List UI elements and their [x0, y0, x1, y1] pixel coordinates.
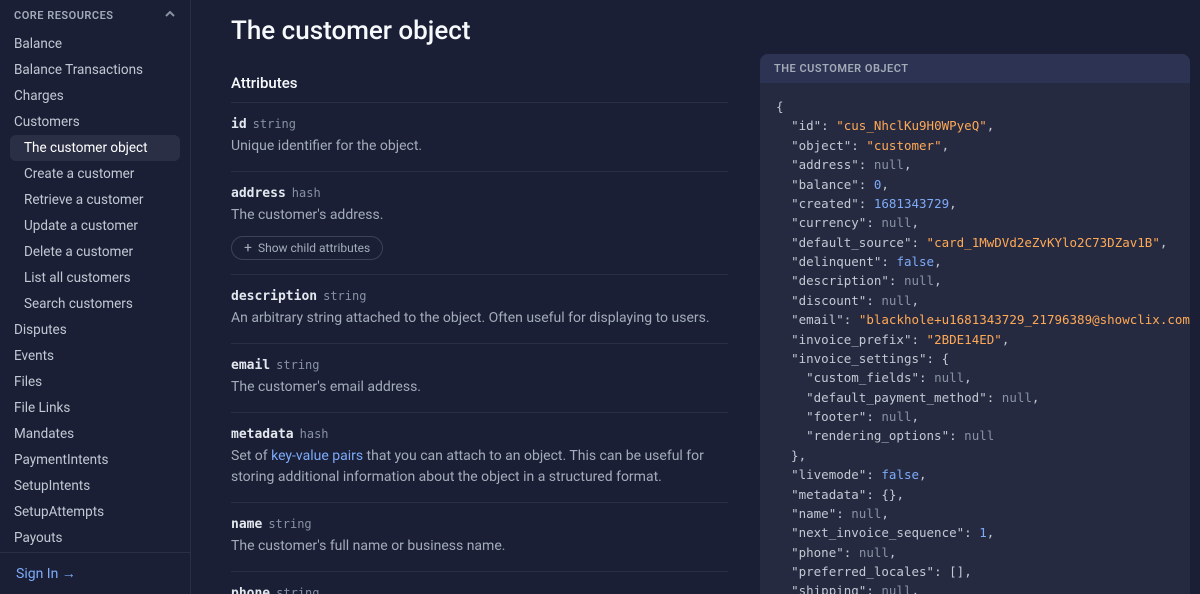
attr-name: metadata: [231, 427, 294, 442]
sidebar-item-customers[interactable]: Customers: [0, 109, 190, 135]
sidebar-sub-list-customers[interactable]: List all customers: [0, 265, 190, 291]
attribute-id: id string Unique identifier for the object…: [231, 117, 728, 172]
sidebar-item-balance[interactable]: Balance: [0, 31, 190, 57]
attribute-email: email string The customer's email address.: [231, 344, 728, 413]
sidebar-item-balance-transactions[interactable]: Balance Transactions: [0, 57, 190, 83]
sidebar-item-setupintents[interactable]: SetupIntents: [0, 473, 190, 499]
sidebar: CORE RESOURCES BalanceBalance Transactio…: [0, 0, 191, 594]
attribute-phone: phonestringThe customer's phone number.: [231, 572, 728, 594]
code-header: THE CUSTOMER OBJECT: [760, 54, 1190, 83]
docs-column: The customer object Attributes id string U…: [191, 0, 760, 594]
attr-type: string: [323, 289, 366, 303]
key-value-pairs-link[interactable]: key-value pairs: [271, 448, 363, 464]
attr-type: string: [253, 117, 296, 131]
sidebar-item-mandates[interactable]: Mandates: [0, 421, 190, 447]
code-body[interactable]: { "id": "cus_NhclKu9H0WPyeQ", "object": …: [760, 83, 1190, 594]
sidebar-item-charges[interactable]: Charges: [0, 83, 190, 109]
attribute-description: description string An arbitrary string att…: [231, 275, 728, 344]
attr-type: hash: [300, 427, 329, 441]
expand-label: Show child attributes: [258, 241, 370, 255]
sidebar-item-setupattempts[interactable]: SetupAttempts: [0, 499, 190, 525]
attribute-name: name string The customer's full name or bu…: [231, 503, 728, 572]
sidebar-section-label: CORE RESOURCES: [14, 9, 114, 22]
attribute-address: address hash The customer's address. + Show …: [231, 172, 728, 275]
sidebar-item-file-links[interactable]: File Links: [0, 395, 190, 421]
sidebar-sub-search-customers[interactable]: Search customers: [0, 291, 190, 317]
attr-name: address: [231, 186, 286, 201]
page-title: The customer object: [231, 16, 728, 46]
sidebar-item-paymentintents[interactable]: PaymentIntents: [0, 447, 190, 473]
sidebar-section-header[interactable]: CORE RESOURCES: [0, 0, 190, 31]
attr-name: name: [231, 517, 262, 532]
attr-type: string: [268, 517, 311, 531]
attr-type: string: [276, 358, 319, 372]
attr-description: Unique identifier for the object.: [231, 136, 728, 157]
sidebar-sub-customer-object[interactable]: The customer object: [10, 135, 180, 161]
attr-name: email: [231, 358, 270, 373]
code-box: THE CUSTOMER OBJECT { "id": "cus_NhclKu9…: [760, 54, 1190, 594]
attr-description: An arbitrary string attached to the obje…: [231, 308, 728, 329]
attr-type: hash: [292, 186, 321, 200]
sidebar-sub-create-customer[interactable]: Create a customer: [0, 161, 190, 187]
attr-name: id: [231, 117, 247, 132]
main: The customer object Attributes id string U…: [191, 0, 1200, 594]
sidebar-item-disputes[interactable]: Disputes: [0, 317, 190, 343]
attr-type: string: [276, 586, 319, 594]
sidebar-item-files[interactable]: Files: [0, 369, 190, 395]
attr-name: description: [231, 289, 317, 304]
plus-icon: +: [244, 241, 252, 255]
sidebar-item-payouts[interactable]: Payouts: [0, 525, 190, 551]
sidebar-sub-retrieve-customer[interactable]: Retrieve a customer: [0, 187, 190, 213]
sidebar-sub-delete-customer[interactable]: Delete a customer: [0, 239, 190, 265]
sidebar-sub-update-customer[interactable]: Update a customer: [0, 213, 190, 239]
attr-description: The customer's address.: [231, 205, 728, 226]
attr-description: The customer's email address.: [231, 377, 728, 398]
sidebar-item-events[interactable]: Events: [0, 343, 190, 369]
show-child-attributes-button[interactable]: + Show child attributes: [231, 236, 383, 260]
sign-in-link[interactable]: Sign In →: [0, 552, 190, 594]
attribute-metadata: metadata hash Set of key-value pairs that …: [231, 413, 728, 503]
chevron-up-icon: [164, 8, 176, 23]
attr-description: Set of key-value pairs that you can atta…: [231, 446, 728, 488]
attr-name: phone: [231, 586, 270, 594]
attributes-heading: Attributes: [231, 74, 728, 103]
attr-description: The customer's full name or business nam…: [231, 536, 728, 557]
sidebar-scroll: CORE RESOURCES BalanceBalance Transactio…: [0, 0, 190, 552]
code-panel: THE CUSTOMER OBJECT { "id": "cus_NhclKu9…: [760, 0, 1200, 594]
